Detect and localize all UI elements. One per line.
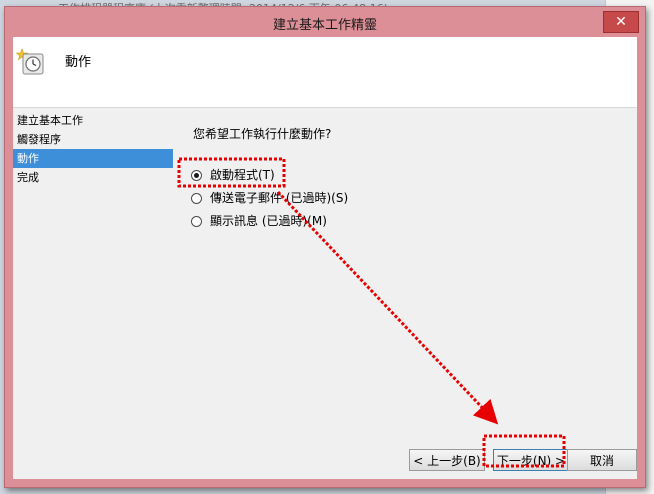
wizard-client-area: 動作 建立基本工作 觸發程序 動作 完成 您希望工作執行什麼動作? 啟動程式(T… [13,37,637,479]
page-title: 動作 [65,55,92,70]
dialog-title: 建立基本工作精靈 [272,18,377,33]
start-program-radio[interactable] [191,169,202,181]
next-button[interactable]: 下一步(N) > [493,449,569,471]
action-question: 您希望工作執行什麼動作? [193,127,332,141]
close-button[interactable]: ✕ [603,11,639,33]
start-program-label: 啟動程式(T) [210,168,275,182]
step-create-basic-task[interactable]: 建立基本工作 [13,111,173,130]
wizard-header: 動作 [13,37,637,108]
step-action[interactable]: 動作 [13,149,173,168]
send-email-radio[interactable] [191,192,202,204]
step-trigger[interactable]: 觸發程序 [13,130,173,149]
back-button[interactable]: < 上一步(B) [409,449,485,471]
step-finish[interactable]: 完成 [13,168,173,187]
option-send-email[interactable]: 傳送電子郵件 (已過時)(S) [191,188,348,208]
create-basic-task-wizard: 建立基本工作精靈 ✕ 動作 建立基本工作 觸發程序 動作 完成 您希望工作執行什… [4,6,646,488]
wizard-steps: 建立基本工作 觸發程序 動作 完成 [13,111,173,187]
display-message-radio[interactable] [191,215,202,227]
option-start-program[interactable]: 啟動程式(T) [191,165,275,185]
display-message-label: 顯示訊息 (已過時)(M) [210,214,327,228]
option-display-message[interactable]: 顯示訊息 (已過時)(M) [191,211,327,231]
title-bar[interactable]: 建立基本工作精靈 ✕ [5,7,645,37]
clock-icon [15,48,44,75]
send-email-label: 傳送電子郵件 (已過時)(S) [210,191,349,205]
cancel-button[interactable]: 取消 [567,449,637,471]
